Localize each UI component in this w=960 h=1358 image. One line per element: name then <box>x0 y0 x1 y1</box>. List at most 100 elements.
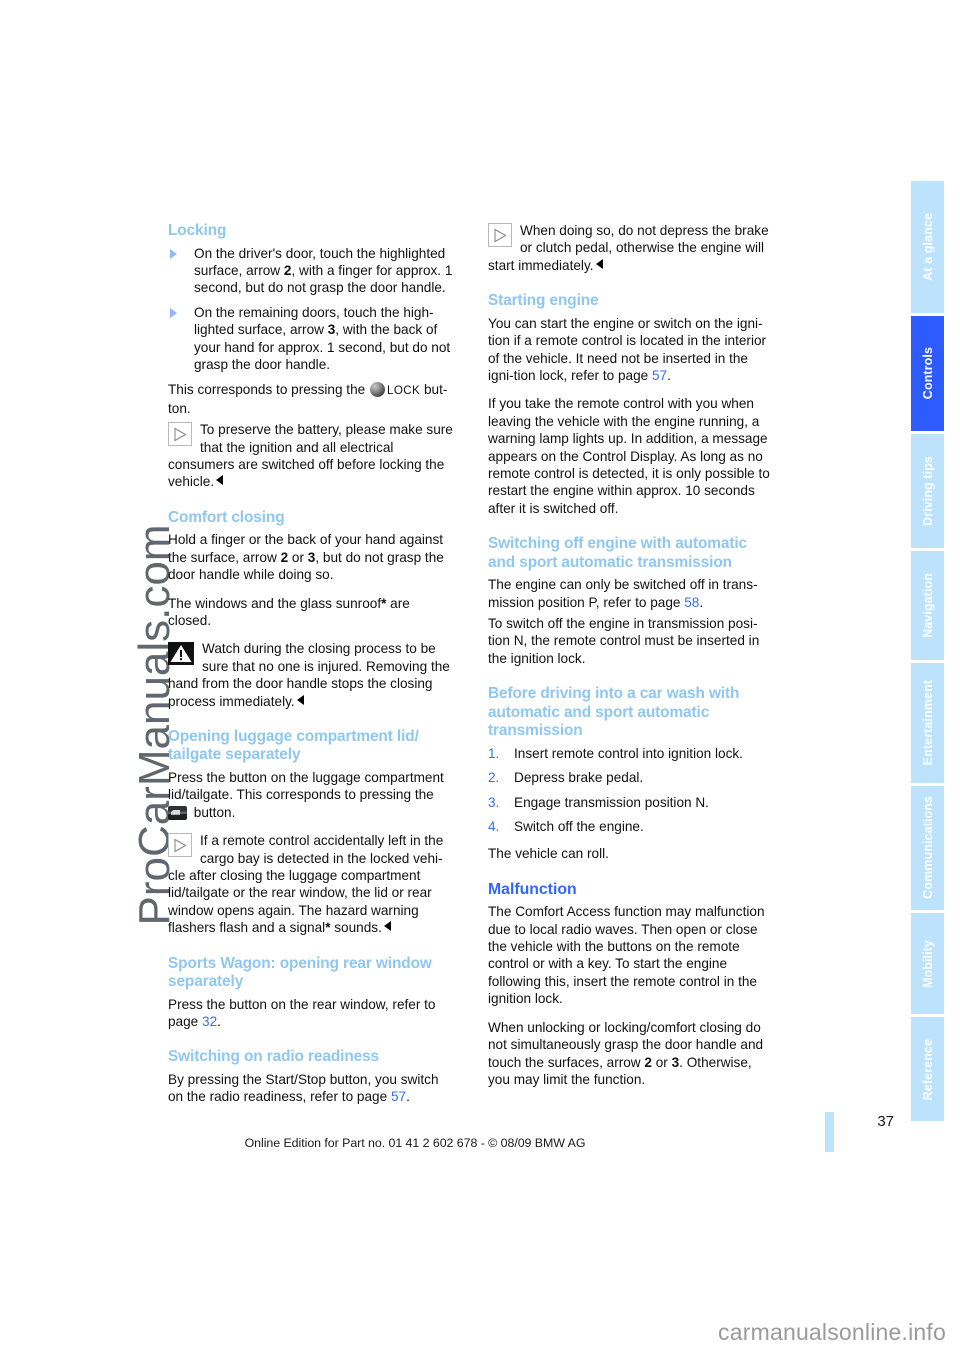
note-text: To preserve the battery, please make sur… <box>168 422 453 490</box>
heading-starting-engine: Starting engine <box>488 292 599 310</box>
starting-engine-para-2: If you take the remote control with you … <box>488 396 770 516</box>
note-triangle-icon <box>168 422 192 447</box>
list-item: On the driver's door, touch the highligh… <box>168 245 456 297</box>
so-text-pre: The engine can only be switched off in t… <box>488 577 758 610</box>
page-reference-link[interactable]: 57 <box>391 1089 406 1104</box>
tab-label: Entertainment <box>920 680 935 766</box>
step-text: Insert remote control into ignition lock… <box>514 745 743 761</box>
lug-text-post: button. <box>190 804 236 820</box>
comfort-closing-para-2: The windows and the glass sunroof* are c… <box>168 595 456 630</box>
note-preserve-battery: To preserve the battery, please make sur… <box>168 421 456 491</box>
end-of-note-marker <box>216 475 224 486</box>
page-number: 37 <box>877 1113 894 1130</box>
car-wash-step-list: 1. Insert remote control into ignition lo… <box>488 745 776 836</box>
tailgate-button-icon <box>168 805 187 820</box>
heading-malfunction: Malfunction <box>488 880 577 898</box>
list-item: 1. Insert remote control into ignition lo… <box>488 745 776 762</box>
note-do-not-depress-pedal: When doing so, do not depress the brake … <box>488 222 776 274</box>
end-of-note-marker <box>595 258 603 269</box>
arrow-number: 2 <box>644 1054 652 1070</box>
comfort-closing-para-1: Hold a finger or the back of your hand a… <box>168 531 456 583</box>
manual-page: ProCarManuals.com Locking On the driver'… <box>0 0 960 1358</box>
tab-entertainment[interactable]: Entertainment <box>911 662 944 783</box>
tab-reference[interactable]: Reference <box>911 1017 944 1121</box>
end-of-note-marker <box>383 921 391 932</box>
page-reference-link[interactable]: 58 <box>684 595 699 610</box>
heading-opening-luggage-compartment: Opening luggage compartment lid/ tailgat… <box>168 727 419 764</box>
radio-readiness-para: By pressing the Start/Stop button, you s… <box>168 1071 456 1106</box>
step-number: 4. <box>488 818 500 834</box>
switch-off-para-2: To switch off the engine in transmission… <box>488 616 760 666</box>
note-triangle-icon <box>168 833 192 858</box>
left-text-column: Locking On the driver's door, touch the … <box>168 222 456 1117</box>
footer-edition-line: Online Edition for Part no. 01 41 2 602 … <box>244 1136 586 1150</box>
starting-engine-para-1: You can start the engine or switch on th… <box>488 315 776 385</box>
locking-bullet-list: On the driver's door, touch the highligh… <box>168 245 456 374</box>
malfunction-para-2: When unlocking or locking/comfort closin… <box>488 1019 776 1089</box>
tab-label: Controls <box>920 347 935 400</box>
lug-text-pre: Press the button on the luggage compartm… <box>168 769 444 803</box>
tab-label: Reference <box>920 1038 935 1100</box>
tab-at-a-glance[interactable]: At a glance <box>911 181 944 314</box>
list-item: 3. Engage transmission position N. <box>488 794 776 811</box>
list-item: 2. Depress brake pedal. <box>488 769 776 786</box>
tab-label: Navigation <box>920 572 935 638</box>
cc2-text-a: The windows and the glass sunroof <box>168 595 382 611</box>
right-text-column: When doing so, do not depress the brake … <box>488 222 776 1099</box>
heading-sports-wagon-rear-window: Sports Wagon: opening rear window separa… <box>168 954 432 991</box>
note-triangle-icon <box>488 223 512 247</box>
arrow-number: 2 <box>280 549 289 565</box>
step-number: 3. <box>488 794 500 810</box>
heading-before-car-wash: Before driving into a car wash with auto… <box>488 685 740 740</box>
rr-text-post: . <box>406 1089 410 1105</box>
triangle-bullet-icon <box>170 248 177 259</box>
se-text-pre: You can start the engine or switch on th… <box>488 315 767 383</box>
lock-button-paragraph: This corresponds to pressing the LOCK bu… <box>168 381 456 417</box>
end-of-note-marker <box>296 694 304 705</box>
mf-text-b: or <box>651 1054 672 1070</box>
step-text: Depress brake pedal. <box>514 770 644 786</box>
tab-communications[interactable]: Communications <box>911 785 944 910</box>
list-item: On the remaining doors, touch the high-l… <box>168 304 456 374</box>
tab-label: Driving tips <box>920 455 935 526</box>
note-text-b: sounds. <box>330 920 382 936</box>
lock-button-icon <box>370 382 385 398</box>
section-tab-rail: At a glance Controls Driving tips Naviga… <box>911 181 944 1121</box>
heading-switching-off-engine: Switching off engine with automatic and … <box>488 535 747 571</box>
heading-switching-on-radio-readiness: Switching on radio readiness <box>168 1048 380 1066</box>
rw-text-post: . <box>217 1014 221 1029</box>
car-wash-closing-para: The vehicle can roll. <box>488 846 609 862</box>
tab-controls[interactable]: Controls <box>911 316 944 431</box>
lock-text-pre: This corresponds to pressing the <box>168 382 369 398</box>
step-text: Engage transmission position N. <box>514 794 709 810</box>
footer-accent-bar <box>825 1112 834 1152</box>
tab-label: Communications <box>920 796 935 900</box>
page-reference-link[interactable]: 57 <box>652 368 667 383</box>
rear-window-para: Press the button on the rear window, ref… <box>168 996 456 1031</box>
tab-mobility[interactable]: Mobility <box>911 912 944 1015</box>
triangle-bullet-icon <box>170 307 177 318</box>
so-text-post: . <box>699 594 704 610</box>
tab-label: Mobility <box>920 939 935 988</box>
step-text: Switch off the engine. <box>514 818 644 834</box>
page-reference-link[interactable]: 32 <box>202 1014 217 1029</box>
warning-closing-process: Watch during the closing process to be s… <box>168 640 456 710</box>
tab-navigation[interactable]: Navigation <box>911 550 944 660</box>
warning-triangle-icon <box>168 641 194 665</box>
step-number: 2. <box>488 770 500 786</box>
lock-label: LOCK <box>387 384 421 398</box>
note-text: When doing so, do not depress the brake … <box>488 223 769 273</box>
tab-label: At a glance <box>920 213 935 281</box>
list-item: 4. Switch off the engine. <box>488 818 776 835</box>
heading-comfort-closing: Comfort closing <box>168 508 285 526</box>
switch-off-para-1: The engine can only be switched off in t… <box>488 576 776 611</box>
heading-locking: Locking <box>168 222 227 239</box>
se-text-post: . <box>667 367 671 383</box>
site-watermark: carmanualsonline.info <box>718 1319 946 1345</box>
note-text-a: If a remote control accidentally left in… <box>168 833 444 936</box>
cc-text-b: or <box>288 549 308 565</box>
malfunction-para-1: The Comfort Access function may malfunct… <box>488 904 765 1007</box>
warning-text: Watch during the closing process to be s… <box>168 641 450 709</box>
luggage-para-1: Press the button on the luggage compartm… <box>168 769 456 821</box>
tab-driving-tips[interactable]: Driving tips <box>911 433 944 548</box>
